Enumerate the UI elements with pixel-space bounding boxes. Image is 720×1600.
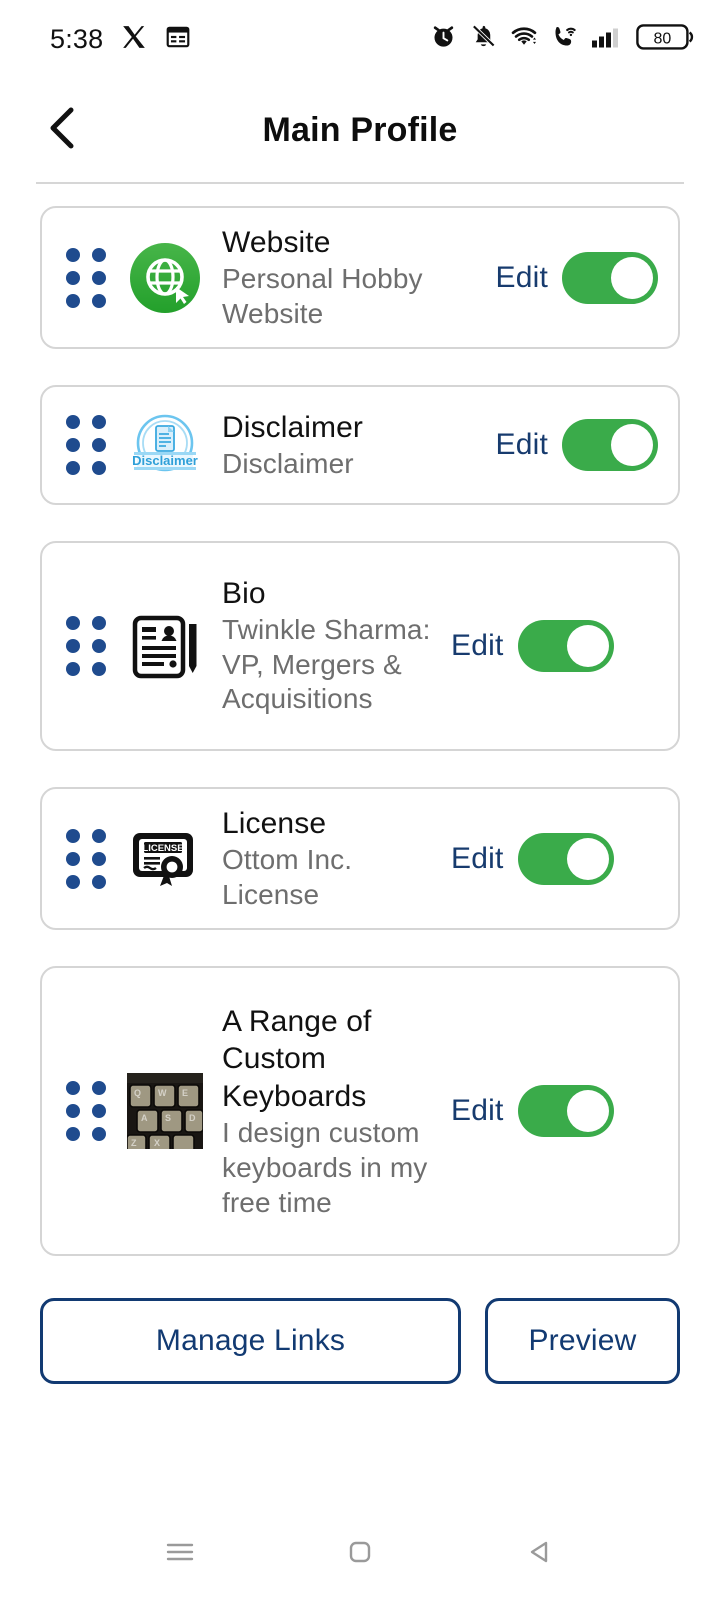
wifi-calling-icon <box>551 23 578 55</box>
edit-button[interactable]: Edit <box>451 629 504 663</box>
list-item[interactable]: Disclaimer Disclaimer Disclaimer Edit <box>40 385 680 506</box>
drag-handle-icon[interactable] <box>66 1081 110 1142</box>
signal-bars-icon <box>591 23 623 55</box>
enable-toggle[interactable] <box>517 1085 614 1138</box>
drag-handle-icon[interactable] <box>66 415 110 476</box>
wifi-icon <box>510 23 538 56</box>
enable-toggle[interactable] <box>562 251 658 304</box>
action-buttons: Manage Links Preview <box>0 1292 720 1385</box>
disclaimer-badge-icon: Disclaimer <box>126 406 204 484</box>
drag-handle-icon[interactable] <box>66 247 110 308</box>
list-item-text: Bio Twinkle Sharma: VP, Mergers & Acquis… <box>222 575 447 717</box>
home-square-icon[interactable] <box>337 1529 383 1575</box>
list-item-title: License <box>222 807 327 841</box>
enable-toggle[interactable] <box>562 419 658 472</box>
list-item-title: Bio <box>222 577 266 611</box>
page-title: Main Profile <box>262 110 458 149</box>
alarm-icon <box>430 23 457 55</box>
edit-button[interactable]: Edit <box>451 1094 504 1128</box>
list-item-subtitle: I design custom keyboards in my free tim… <box>222 1117 428 1218</box>
manage-links-button[interactable]: Manage Links <box>40 1298 461 1385</box>
x-app-icon <box>121 24 147 55</box>
drag-handle-icon[interactable] <box>66 828 110 889</box>
list-item-subtitle: Disclaimer <box>222 447 354 479</box>
list-item-title: Disclaimer <box>222 410 364 444</box>
list-item-text: License Ottom Inc. License <box>222 805 447 912</box>
resume-pencil-icon <box>126 607 204 685</box>
edit-button[interactable]: Edit <box>496 261 549 295</box>
list-item-title: Website <box>222 226 331 259</box>
profile-links-list: Website Personal Hobby Website Edit Disc… <box>0 184 720 1257</box>
enable-toggle[interactable] <box>517 832 614 885</box>
keyboard-photo-thumbnail: QWE ASD ZX <box>126 1072 204 1150</box>
list-item[interactable]: QWE ASD ZX A Range of Custom Keyboards I… <box>40 966 680 1257</box>
list-item-subtitle: Twinkle Sharma: VP, Mergers & Acquisitio… <box>222 614 431 715</box>
back-button[interactable] <box>36 103 90 157</box>
status-bar-left: 5:38 <box>50 24 191 55</box>
menu-lines-icon[interactable] <box>157 1529 203 1575</box>
list-item-text: Disclaimer Disclaimer <box>222 409 492 482</box>
status-bar: 5:38 80 <box>0 0 720 78</box>
list-item[interactable]: LICENSE License Ottom Inc. License Edit <box>40 787 680 931</box>
drag-handle-icon[interactable] <box>66 616 110 677</box>
calendar-app-icon <box>165 24 191 55</box>
list-item-text: Website Personal Hobby Website <box>222 224 492 331</box>
edit-button[interactable]: Edit <box>496 428 549 462</box>
svg-text:LICENSE: LICENSE <box>142 843 183 854</box>
enable-toggle[interactable] <box>517 620 614 673</box>
edit-button[interactable]: Edit <box>451 842 504 876</box>
back-triangle-icon[interactable] <box>517 1529 563 1575</box>
svg-text:Disclaimer: Disclaimer <box>132 453 198 468</box>
license-certificate-icon: LICENSE <box>126 820 204 898</box>
globe-cursor-icon <box>126 239 204 317</box>
list-item-subtitle: Ottom Inc. License <box>222 844 353 910</box>
list-item-subtitle: Personal Hobby Website <box>222 262 423 329</box>
android-nav-bar <box>0 1504 720 1600</box>
list-item[interactable]: Bio Twinkle Sharma: VP, Mergers & Acquis… <box>40 541 680 752</box>
status-time: 5:38 <box>50 23 104 54</box>
preview-button[interactable]: Preview <box>485 1298 680 1385</box>
phone-screen: 5:38 80 Main Profile Website Personal Ho… <box>0 0 720 1600</box>
list-item-text: A Range of Custom Keyboards I design cus… <box>222 1003 447 1221</box>
list-item[interactable]: Website Personal Hobby Website Edit <box>40 206 680 350</box>
chevron-left-icon <box>44 106 82 155</box>
bell-off-icon <box>470 23 497 55</box>
list-item-title: A Range of Custom Keyboards <box>222 1004 372 1114</box>
battery-level-text: 80 <box>654 30 672 47</box>
status-bar-right: 80 <box>430 22 694 57</box>
app-header: Main Profile <box>0 78 720 182</box>
battery-icon: 80 <box>636 22 694 57</box>
